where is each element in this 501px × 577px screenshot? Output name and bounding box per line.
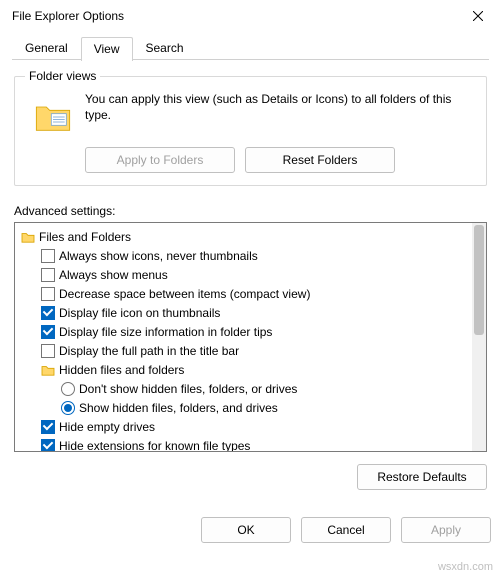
tree-item-label: Decrease space between items (compact vi… [59,287,310,301]
ok-button[interactable]: OK [201,517,291,543]
folder-small-icon [41,364,55,376]
tab-bar: General View Search [12,36,489,60]
reset-folders-button[interactable]: Reset Folders [245,147,395,173]
checkbox-icon [41,325,55,339]
tree-radio-item[interactable]: Show hidden files, folders, and drives [19,398,470,417]
checkbox-icon [41,344,55,358]
tree-subgroup-hidden-files: Hidden files and folders [19,360,470,379]
checkbox-icon [41,249,55,263]
checkbox-icon [41,268,55,282]
tree-item-label: Hide empty drives [59,420,155,434]
tree-item-label: Always show icons, never thumbnails [59,249,258,263]
advanced-settings-tree: Files and Folders Always show icons, nev… [14,222,487,452]
tree-group-label: Files and Folders [39,230,131,244]
folder-views-group: Folder views You can apply this view (su… [14,76,487,186]
tab-general[interactable]: General [12,36,81,60]
close-icon [473,11,483,21]
close-button[interactable] [455,0,501,32]
folder-small-icon [21,231,35,243]
watermark: wsxdn.com [438,561,493,573]
checkbox-icon [41,439,55,452]
tree-item[interactable]: Always show menus [19,265,470,284]
scrollbar[interactable] [472,223,486,451]
cancel-button[interactable]: Cancel [301,517,391,543]
radio-icon [61,382,75,396]
tree-item[interactable]: Hide extensions for known file types [19,436,470,451]
tree-radio-item[interactable]: Don't show hidden files, folders, or dri… [19,379,470,398]
tree-item[interactable]: Display file icon on thumbnails [19,303,470,322]
restore-defaults-button[interactable]: Restore Defaults [357,464,487,490]
tree-item-label: Hide extensions for known file types [59,439,250,452]
tree-item[interactable]: Display file size information in folder … [19,322,470,341]
tree-item[interactable]: Decrease space between items (compact vi… [19,284,470,303]
tree-subgroup-label: Hidden files and folders [59,363,184,377]
tree-item-label: Display file icon on thumbnails [59,306,220,320]
tree-item-label: Show hidden files, folders, and drives [79,401,278,415]
scrollbar-thumb[interactable] [474,225,484,335]
folder-icon [33,97,73,137]
folder-views-description: You can apply this view (such as Details… [85,91,474,123]
tab-search[interactable]: Search [133,36,197,60]
tree-item[interactable]: Always show icons, never thumbnails [19,246,470,265]
window-title: File Explorer Options [12,9,124,23]
tab-view[interactable]: View [81,37,133,61]
tree-group-files-folders: Files and Folders [19,227,470,246]
advanced-settings-label: Advanced settings: [14,204,487,218]
tree-item[interactable]: Display the full path in the title bar [19,341,470,360]
tree-item-label: Display the full path in the title bar [59,344,239,358]
apply-button[interactable]: Apply [401,517,491,543]
checkbox-icon [41,306,55,320]
checkbox-icon [41,287,55,301]
tree-item-label: Don't show hidden files, folders, or dri… [79,382,297,396]
radio-icon [61,401,75,415]
tree-item[interactable]: Hide empty drives [19,417,470,436]
folder-views-legend: Folder views [25,69,100,83]
tree-item-label: Always show menus [59,268,168,282]
apply-to-folders-button[interactable]: Apply to Folders [85,147,235,173]
tree-item-label: Display file size information in folder … [59,325,272,339]
checkbox-icon [41,420,55,434]
